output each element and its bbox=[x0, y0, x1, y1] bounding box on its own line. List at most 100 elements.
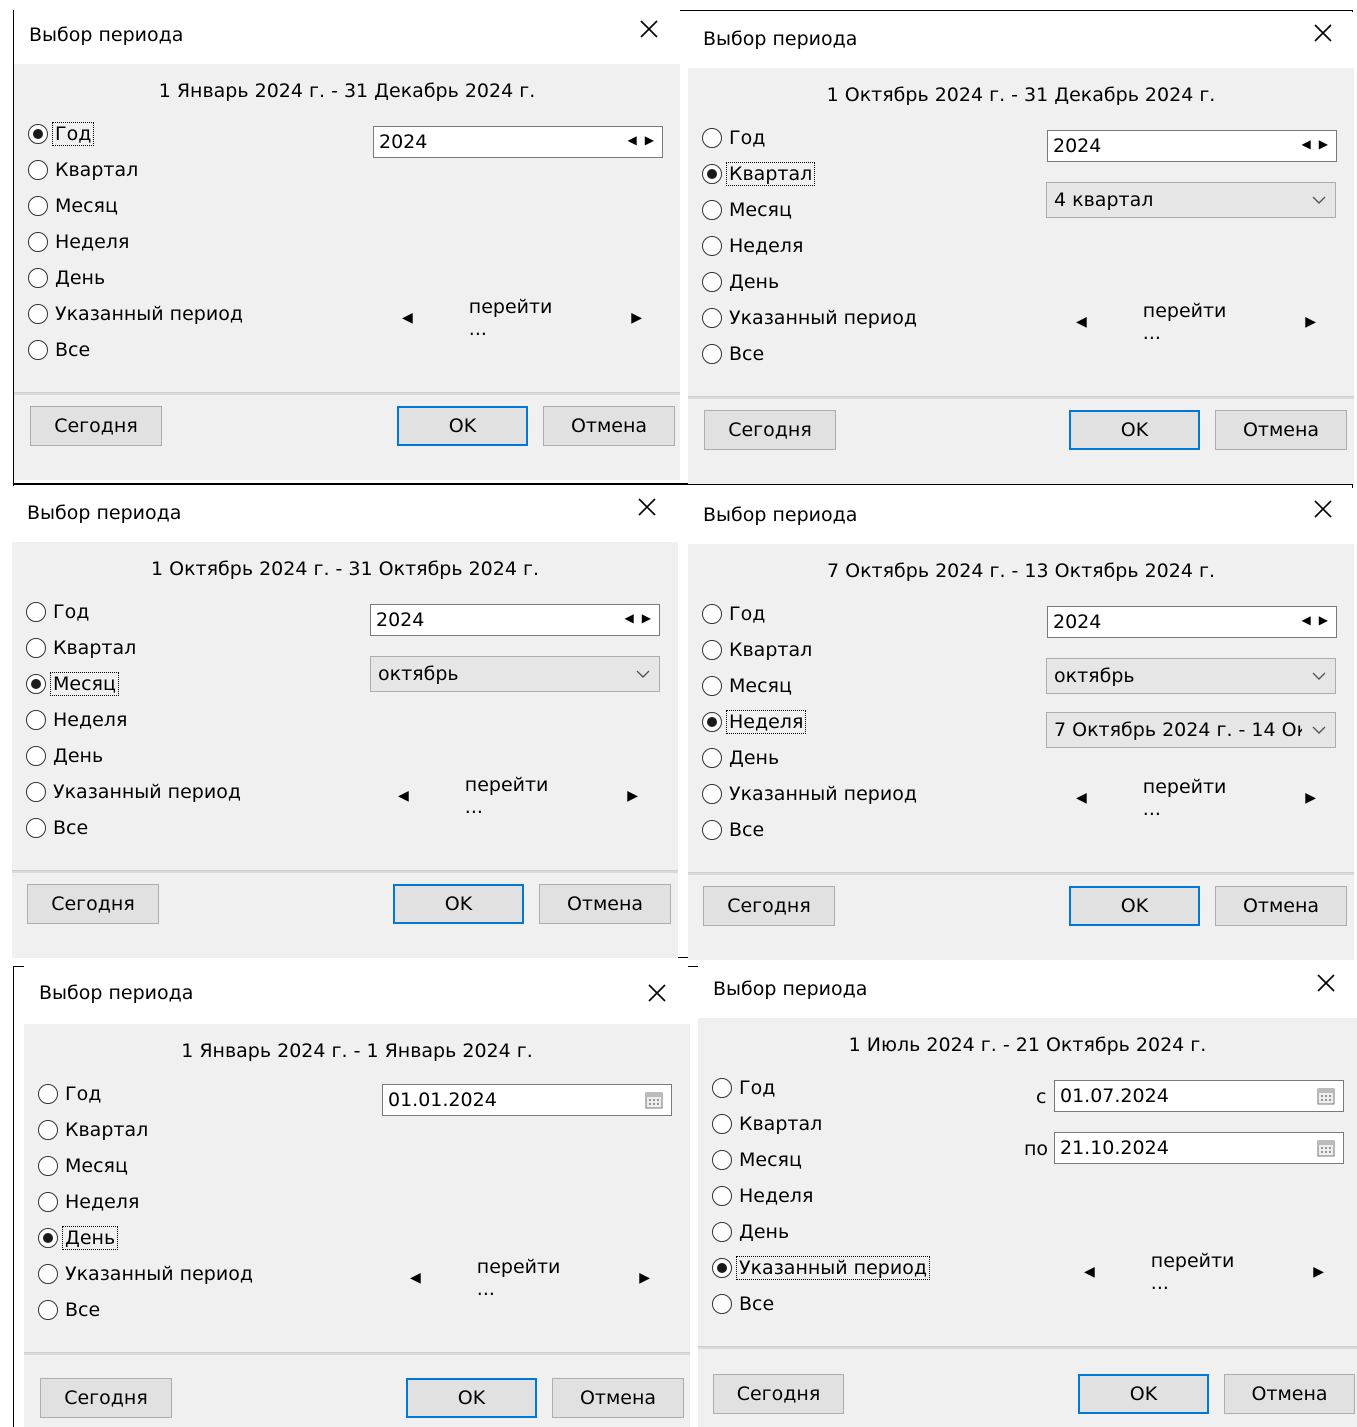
radio-all[interactable]: Все bbox=[38, 1292, 255, 1328]
next-period-icon[interactable]: ▶ bbox=[639, 1270, 650, 1286]
radio-custom-period[interactable]: Указанный период bbox=[702, 776, 919, 812]
calendar-icon[interactable] bbox=[1315, 1137, 1337, 1159]
spin-right-icon[interactable]: ▶ bbox=[1319, 137, 1328, 151]
ok-button[interactable]: OK bbox=[397, 406, 528, 446]
spin-right-icon[interactable]: ▶ bbox=[645, 133, 654, 147]
spin-left-icon[interactable]: ◀ bbox=[1302, 137, 1311, 151]
radio-week[interactable]: Неделя bbox=[28, 224, 245, 260]
date-field[interactable]: 01.01.2024 bbox=[382, 1084, 672, 1116]
radio-week[interactable]: Неделя bbox=[38, 1184, 255, 1220]
next-period-icon[interactable]: ▶ bbox=[1305, 790, 1316, 806]
today-button[interactable]: Сегодня bbox=[27, 884, 159, 924]
close-button[interactable] bbox=[646, 982, 672, 1008]
spin-right-icon[interactable]: ▶ bbox=[1319, 613, 1328, 627]
radio-quarter[interactable]: Квартал bbox=[26, 630, 243, 666]
radio-day[interactable]: День bbox=[28, 260, 245, 296]
close-button[interactable] bbox=[1312, 22, 1338, 48]
spin-left-icon[interactable]: ◀ bbox=[1302, 613, 1311, 627]
radio-custom-period[interactable]: Указанный период bbox=[712, 1250, 930, 1286]
prev-period-icon[interactable]: ◀ bbox=[1076, 314, 1087, 330]
radio-month[interactable]: Месяц bbox=[712, 1142, 929, 1178]
prev-period-icon[interactable]: ◀ bbox=[1084, 1264, 1095, 1280]
goto-link[interactable]: перейти ... bbox=[477, 1256, 582, 1300]
cancel-button[interactable]: Отмена bbox=[1215, 410, 1347, 450]
year-spin-field[interactable]: 2024 ◀ ▶ bbox=[373, 126, 663, 158]
radio-quarter[interactable]: Квартал bbox=[712, 1106, 929, 1142]
ok-button[interactable]: OK bbox=[406, 1378, 537, 1418]
radio-week[interactable]: Неделя bbox=[26, 702, 243, 738]
goto-link[interactable]: перейти ... bbox=[465, 774, 570, 818]
calendar-icon[interactable] bbox=[643, 1089, 665, 1111]
radio-all[interactable]: Все bbox=[702, 812, 919, 848]
ok-button[interactable]: OK bbox=[1078, 1374, 1209, 1414]
radio-year[interactable]: Год bbox=[26, 594, 243, 630]
spin-left-icon[interactable]: ◀ bbox=[628, 133, 637, 147]
radio-all[interactable]: Все bbox=[712, 1286, 929, 1322]
prev-period-icon[interactable]: ◀ bbox=[1076, 790, 1087, 806]
radio-month[interactable]: Месяц bbox=[702, 192, 919, 228]
radio-week[interactable]: Неделя bbox=[712, 1178, 929, 1214]
radio-year[interactable]: Год bbox=[702, 596, 919, 632]
spin-left-icon[interactable]: ◀ bbox=[625, 611, 634, 625]
radio-year[interactable]: Год bbox=[28, 116, 245, 152]
radio-quarter[interactable]: Квартал bbox=[702, 156, 919, 192]
cancel-button[interactable]: Отмена bbox=[1215, 886, 1347, 926]
month-select[interactable]: октябрь bbox=[1046, 658, 1336, 694]
prev-period-icon[interactable]: ◀ bbox=[402, 310, 413, 326]
radio-custom-period[interactable]: Указанный период bbox=[28, 296, 245, 332]
cancel-button[interactable]: Отмена bbox=[552, 1378, 684, 1418]
radio-quarter[interactable]: Квартал bbox=[28, 152, 245, 188]
radio-day[interactable]: День bbox=[702, 740, 919, 776]
radio-custom-period[interactable]: Указанный период bbox=[702, 300, 919, 336]
today-button[interactable]: Сегодня bbox=[704, 410, 836, 450]
radio-year[interactable]: Год bbox=[712, 1070, 929, 1106]
today-button[interactable]: Сегодня bbox=[713, 1374, 844, 1414]
close-button[interactable] bbox=[1315, 972, 1341, 998]
radio-all[interactable]: Все bbox=[28, 332, 245, 368]
radio-week[interactable]: Неделя bbox=[702, 704, 919, 740]
next-period-icon[interactable]: ▶ bbox=[631, 310, 642, 326]
next-period-icon[interactable]: ▶ bbox=[627, 788, 638, 804]
radio-year[interactable]: Год bbox=[38, 1076, 255, 1112]
prev-period-icon[interactable]: ◀ bbox=[410, 1270, 421, 1286]
radio-year[interactable]: Год bbox=[702, 120, 919, 156]
today-button[interactable]: Сегодня bbox=[40, 1378, 172, 1418]
radio-week[interactable]: Неделя bbox=[702, 228, 919, 264]
radio-day[interactable]: День bbox=[712, 1214, 929, 1250]
cancel-button[interactable]: Отмена bbox=[539, 884, 671, 924]
today-button[interactable]: Сегодня bbox=[703, 886, 835, 926]
year-spin-field[interactable]: 2024 ◀ ▶ bbox=[1047, 130, 1337, 162]
radio-month[interactable]: Месяц bbox=[702, 668, 919, 704]
month-select[interactable]: октябрь bbox=[370, 656, 660, 692]
close-button[interactable] bbox=[636, 496, 662, 522]
radio-all[interactable]: Все bbox=[702, 336, 919, 372]
ok-button[interactable]: OK bbox=[1069, 886, 1200, 926]
next-period-icon[interactable]: ▶ bbox=[1313, 1264, 1324, 1280]
ok-button[interactable]: OK bbox=[1069, 410, 1200, 450]
radio-all[interactable]: Все bbox=[26, 810, 243, 846]
radio-quarter[interactable]: Квартал bbox=[702, 632, 919, 668]
goto-link[interactable]: перейти ... bbox=[1151, 1250, 1256, 1294]
date-from-field[interactable]: 01.07.2024 bbox=[1054, 1080, 1344, 1112]
radio-month[interactable]: Месяц bbox=[26, 666, 243, 702]
radio-day[interactable]: День bbox=[702, 264, 919, 300]
week-select[interactable]: 7 Октябрь 2024 г. - 14 Октя bbox=[1046, 712, 1336, 748]
cancel-button[interactable]: Отмена bbox=[543, 406, 675, 446]
radio-day[interactable]: День bbox=[26, 738, 243, 774]
ok-button[interactable]: OK bbox=[393, 884, 524, 924]
close-button[interactable] bbox=[1312, 498, 1338, 524]
next-period-icon[interactable]: ▶ bbox=[1305, 314, 1316, 330]
date-to-field[interactable]: 21.10.2024 bbox=[1054, 1132, 1344, 1164]
radio-day[interactable]: День bbox=[38, 1220, 255, 1256]
quarter-select[interactable]: 4 квартал bbox=[1046, 182, 1336, 218]
radio-quarter[interactable]: Квартал bbox=[38, 1112, 255, 1148]
spin-right-icon[interactable]: ▶ bbox=[642, 611, 651, 625]
prev-period-icon[interactable]: ◀ bbox=[398, 788, 409, 804]
goto-link[interactable]: перейти ... bbox=[1143, 776, 1248, 820]
close-button[interactable] bbox=[638, 18, 664, 44]
radio-custom-period[interactable]: Указанный период bbox=[26, 774, 243, 810]
calendar-icon[interactable] bbox=[1315, 1085, 1337, 1107]
year-spin-field[interactable]: 2024 ◀ ▶ bbox=[1047, 606, 1337, 638]
goto-link[interactable]: перейти ... bbox=[469, 296, 574, 340]
radio-custom-period[interactable]: Указанный период bbox=[38, 1256, 255, 1292]
